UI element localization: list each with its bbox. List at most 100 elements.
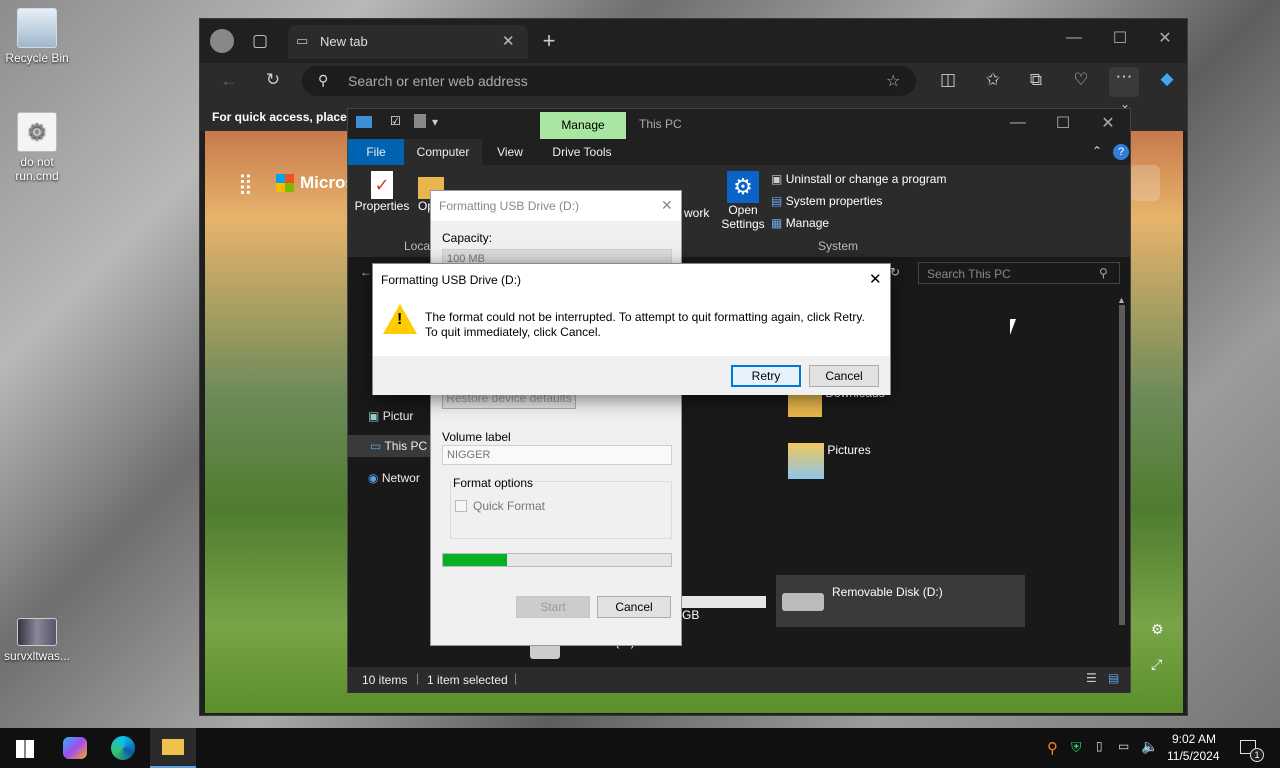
- format-cancel-button[interactable]: Cancel: [597, 596, 671, 618]
- more-menu-icon[interactable]: ⋯: [1109, 67, 1139, 97]
- tab-computer[interactable]: Computer: [404, 139, 482, 165]
- new-folder-qat-icon[interactable]: [414, 114, 426, 128]
- back-arrow-icon[interactable]: ←: [214, 71, 244, 91]
- network-tray-icon[interactable]: ▭: [1118, 739, 1129, 753]
- desktop-icon-survxltwas[interactable]: survxltwas...: [1, 618, 73, 663]
- drive-size-text: GB: [682, 608, 700, 622]
- manage-tab[interactable]: Manage: [540, 112, 626, 139]
- search-tray-icon[interactable]: ⚲: [1047, 739, 1058, 757]
- expand-icon[interactable]: ⤢: [1151, 656, 1162, 673]
- collapse-ribbon-icon[interactable]: ⌃: [1092, 144, 1102, 158]
- maximize-button[interactable]: ☐: [1100, 28, 1140, 48]
- tab-view[interactable]: View: [482, 139, 538, 165]
- drive-removable-d[interactable]: Removable Disk (D:): [776, 575, 1025, 627]
- scroll-thumb[interactable]: [1119, 305, 1125, 625]
- search-this-pc-input[interactable]: Search This PC ⚲: [918, 262, 1120, 284]
- format-progress-bar: [442, 553, 672, 567]
- start-button[interactable]: Start: [516, 596, 590, 618]
- search-box-fragment[interactable]: [1130, 165, 1160, 201]
- nav-item-pictures[interactable]: ▣ Pictur: [368, 405, 438, 427]
- manage-tab-label: Manage: [561, 118, 605, 132]
- nav-back-icon[interactable]: ←: [360, 265, 372, 279]
- explorer-titlebar: ☑ ▾ Manage This PC — ☐ ✕: [348, 109, 1130, 139]
- vertical-scrollbar[interactable]: ▲: [1117, 295, 1127, 665]
- clock-time[interactable]: 9:02 AM: [1172, 732, 1216, 746]
- error-cancel-button[interactable]: Cancel: [809, 365, 879, 387]
- volume-tray-icon[interactable]: 🔈: [1141, 738, 1158, 755]
- details-view-icon[interactable]: ☰: [1086, 671, 1097, 685]
- page-settings-icon[interactable]: ⚙: [1151, 621, 1164, 638]
- volume-label-value: NIGGER: [447, 449, 491, 461]
- error-close-icon[interactable]: ✕: [869, 270, 882, 288]
- favorites-icon[interactable]: ✩: [978, 70, 1008, 90]
- scroll-up-icon[interactable]: ▲: [1117, 295, 1127, 305]
- new-tab-plus-icon[interactable]: +: [534, 28, 564, 54]
- quick-format-checkbox[interactable]: [455, 500, 467, 512]
- format-close-icon[interactable]: ✕: [661, 197, 673, 214]
- explorer-title: This PC: [639, 117, 682, 131]
- nav-item-this-pc[interactable]: ▭ This PC: [348, 435, 432, 457]
- clock-date[interactable]: 11/5/2024: [1167, 749, 1220, 763]
- browser-essentials-icon[interactable]: ♡: [1066, 70, 1096, 90]
- properties-qat-icon[interactable]: ☑: [390, 114, 401, 128]
- desktop-icon-recycle-bin[interactable]: Recycle Bin: [1, 8, 73, 65]
- tab-file[interactable]: File: [348, 139, 404, 165]
- copilot-taskbar-icon[interactable]: [63, 737, 87, 759]
- format-options-group: Format options Quick Format: [450, 476, 672, 539]
- tab-drive-tools[interactable]: Drive Tools: [540, 139, 624, 165]
- qat-dropdown-icon[interactable]: ▾: [432, 115, 438, 129]
- close-button[interactable]: ✕: [1088, 113, 1128, 133]
- favorites-bar-hint: For quick access, place y: [212, 110, 357, 124]
- refresh-icon[interactable]: ↻: [890, 265, 900, 279]
- edge-taskbar-icon[interactable]: [111, 736, 135, 760]
- start-windows-icon[interactable]: [16, 740, 34, 758]
- refresh-icon[interactable]: ↻: [258, 70, 288, 90]
- profile-avatar[interactable]: [210, 29, 234, 53]
- tab-actions-icon[interactable]: ▢: [245, 31, 275, 51]
- manage-button[interactable]: ▦ Manage: [771, 216, 829, 230]
- nav-item-network[interactable]: ◉ Networ: [368, 467, 438, 489]
- usb-tray-icon[interactable]: ▯: [1096, 739, 1103, 753]
- security-tray-icon[interactable]: ⛨: [1071, 739, 1082, 756]
- toolbar: ← ↻ ⚲ Search or enter web address ☆ ◫ ✩ …: [200, 63, 1187, 103]
- properties-ribbon-button[interactable]: ✓ Properties: [354, 171, 410, 213]
- split-screen-icon[interactable]: ◫: [933, 70, 963, 90]
- format-dialog: Formatting USB Drive (D:) ✕ Capacity: 10…: [430, 190, 682, 646]
- notification-count-badge: 1: [1250, 748, 1264, 762]
- manage-icon: ▦: [771, 216, 783, 230]
- retry-button[interactable]: Retry: [731, 365, 801, 387]
- volume-label-input[interactable]: NIGGER: [442, 445, 672, 465]
- collections-icon[interactable]: ⧉: [1021, 70, 1051, 90]
- open-settings-ribbon-button[interactable]: ⚙ Open Settings: [718, 171, 768, 231]
- address-bar[interactable]: ⚲ Search or enter web address ☆: [302, 66, 916, 96]
- file-explorer-taskbar-button[interactable]: [150, 728, 196, 768]
- favorite-star-icon[interactable]: ☆: [886, 71, 900, 91]
- maximize-button[interactable]: ☐: [1043, 113, 1083, 133]
- search-placeholder: Search This PC: [927, 267, 1011, 281]
- tab-new-tab[interactable]: ▭ New tab ✕: [288, 25, 528, 59]
- desktop-icon-label: survxltwas...: [3, 649, 70, 663]
- close-button[interactable]: ✕: [1145, 28, 1185, 48]
- system-properties-button[interactable]: ▤ System properties: [771, 194, 882, 208]
- format-options-label: Format options: [451, 476, 536, 490]
- tiles-view-icon[interactable]: ▤: [1108, 671, 1119, 685]
- minimize-button[interactable]: —: [1054, 29, 1094, 47]
- copilot-icon[interactable]: ◆: [1152, 69, 1182, 89]
- uninstall-program-button[interactable]: ▣ Uninstall or change a program: [771, 172, 946, 186]
- volume-label-label: Volume label: [442, 430, 511, 444]
- uninstall-icon: ▣: [771, 172, 783, 186]
- tab-page-icon: ▭: [296, 33, 309, 48]
- folder-pictures[interactable]: Pictures: [788, 443, 871, 479]
- status-item-count: 10 items: [362, 673, 408, 687]
- pictures-folder-icon: [788, 443, 824, 479]
- help-icon[interactable]: ?: [1113, 144, 1129, 160]
- quick-format-label: Quick Format: [473, 499, 546, 513]
- apps-grid-icon[interactable]: ⣿: [238, 171, 253, 196]
- close-tab-icon[interactable]: ✕: [502, 32, 515, 50]
- minimize-button[interactable]: —: [998, 114, 1038, 132]
- start-label: Start: [540, 600, 566, 614]
- desktop-icon-do-not-run[interactable]: ⚙ do not run.cmd: [1, 112, 73, 183]
- error-message-line2: To quit immediately, click Cancel.: [425, 325, 601, 339]
- drive-size-fragment: GB: [682, 596, 766, 622]
- error-message-line1: The format could not be interrupted. To …: [425, 310, 865, 324]
